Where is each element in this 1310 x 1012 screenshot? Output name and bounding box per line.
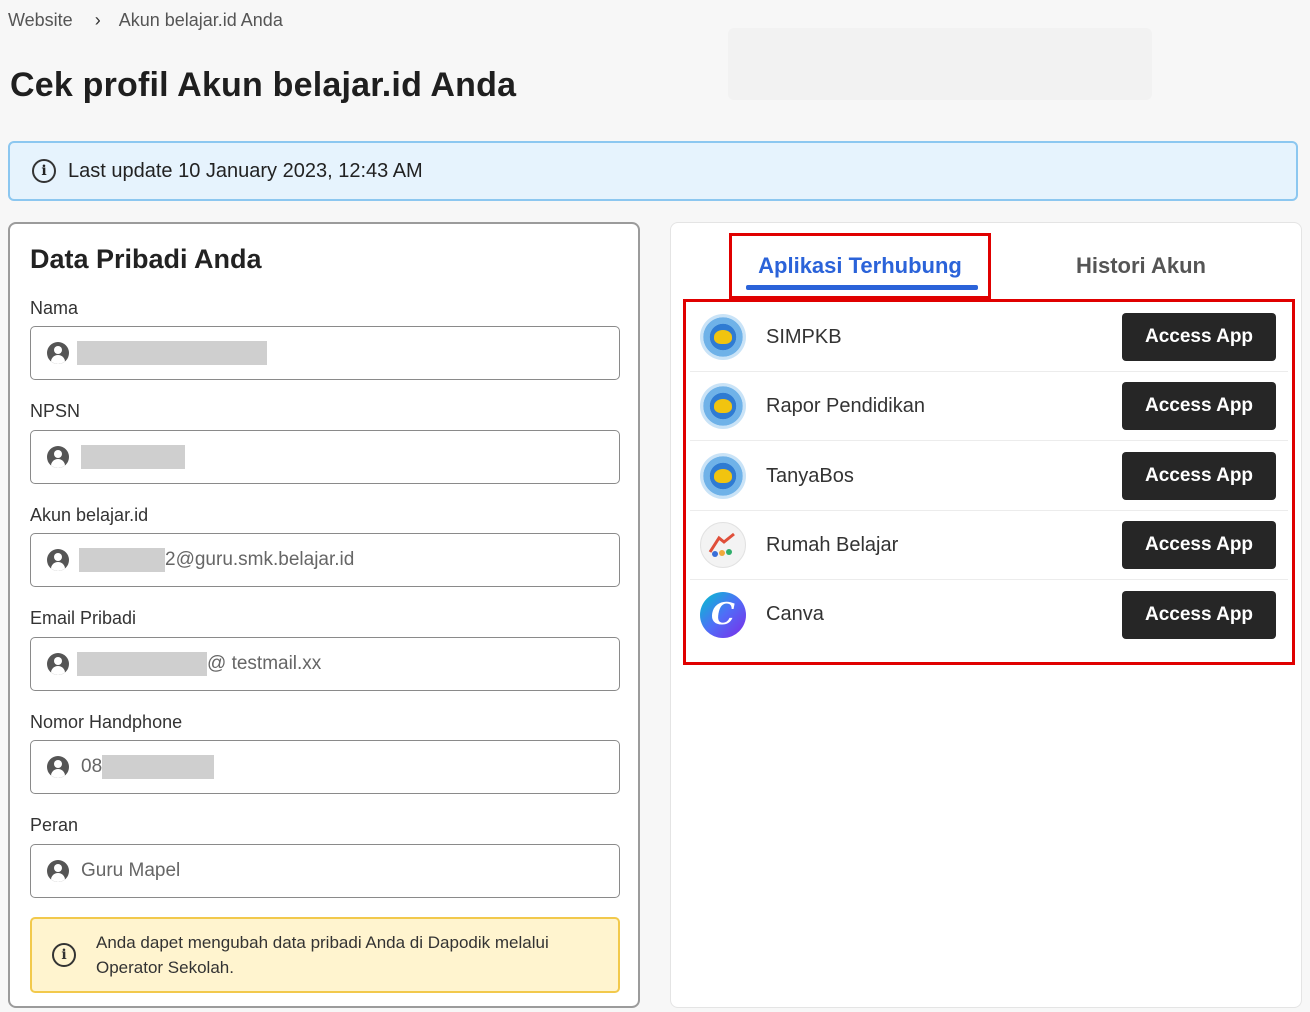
connected-apps-card: Aplikasi Terhubung Histori Akun SIMPKB A… bbox=[670, 222, 1302, 1008]
breadcrumb: Website › Akun belajar.id Anda bbox=[8, 8, 283, 32]
phone-field[interactable]: 08 bbox=[30, 740, 620, 794]
email-field[interactable]: @ testmail.xx bbox=[30, 637, 620, 691]
rumah-belajar-logo-icon bbox=[700, 522, 746, 568]
breadcrumb-current: Akun belajar.id Anda bbox=[118, 9, 283, 30]
info-icon: i bbox=[52, 943, 76, 967]
app-name: Canva bbox=[766, 603, 824, 625]
app-name: Rumah Belajar bbox=[766, 533, 899, 556]
access-app-button[interactable]: Access App bbox=[1122, 452, 1276, 500]
tab-histori-akun[interactable]: Histori Akun bbox=[1051, 233, 1231, 299]
access-app-button[interactable]: Access App bbox=[1122, 313, 1276, 361]
field-label-phone: Nomor Handphone bbox=[30, 712, 183, 732]
list-item: SIMPKB Access App bbox=[690, 303, 1288, 372]
info-icon: i bbox=[32, 159, 56, 183]
list-item: C Canva Access App bbox=[690, 580, 1288, 649]
breadcrumb-website-link[interactable]: Website bbox=[8, 10, 73, 31]
faded-header-button[interactable] bbox=[728, 28, 1152, 100]
list-item: Rumah Belajar Access App bbox=[690, 511, 1288, 580]
field-label-npsn: NPSN bbox=[30, 401, 81, 421]
last-update-text: Last update 10 January 2023, 12:43 AM bbox=[68, 159, 423, 182]
app-name: Rapor Pendidikan bbox=[766, 394, 925, 417]
akun-belajar-value: 2@guru.smk.belajar.id bbox=[165, 549, 355, 570]
access-app-button[interactable]: Access App bbox=[1122, 590, 1276, 639]
page-title: Cek profil Akun belajar.id Anda bbox=[10, 66, 517, 104]
user-icon bbox=[47, 653, 69, 675]
redacted-value bbox=[79, 548, 165, 572]
email-value: @ testmail.xx bbox=[207, 653, 322, 674]
peran-value: Guru Mapel bbox=[81, 860, 181, 881]
npsn-field[interactable] bbox=[30, 430, 620, 484]
field-label-akun: Akun belajar.id bbox=[30, 505, 149, 525]
redacted-value bbox=[102, 755, 215, 779]
redacted-value bbox=[77, 341, 267, 365]
tut-wuri-logo-icon bbox=[700, 314, 746, 360]
user-icon bbox=[47, 756, 69, 778]
breadcrumb-separator: › bbox=[94, 9, 101, 30]
user-icon bbox=[47, 860, 69, 882]
user-icon bbox=[47, 446, 69, 468]
field-label-nama: Nama bbox=[30, 298, 79, 318]
app-name: SIMPKB bbox=[766, 325, 842, 348]
akun-belajar-field[interactable]: 2@guru.smk.belajar.id bbox=[30, 533, 620, 587]
tut-wuri-logo-icon bbox=[700, 383, 746, 429]
list-item: TanyaBos Access App bbox=[690, 442, 1288, 511]
active-tab-indicator bbox=[746, 285, 978, 290]
notice-text: Anda dapet mengubah data pribadi Anda di… bbox=[96, 933, 549, 977]
list-item: Rapor Pendidikan Access App bbox=[690, 372, 1288, 441]
tab-aplikasi-terhubung[interactable]: Aplikasi Terhubung bbox=[729, 233, 991, 299]
redacted-value bbox=[81, 445, 185, 469]
redacted-value bbox=[77, 652, 207, 676]
last-update-banner: i Last update 10 January 2023, 12:43 AM bbox=[8, 141, 1298, 201]
user-icon bbox=[47, 549, 69, 571]
field-label-peran: Peran bbox=[30, 815, 79, 835]
app-name: TanyaBos bbox=[766, 464, 854, 487]
field-label-email: Email Pribadi bbox=[30, 608, 137, 628]
connected-apps-list: SIMPKB Access App Rapor Pendidikan Acces… bbox=[683, 299, 1295, 665]
canva-logo-icon: C bbox=[700, 591, 746, 638]
access-app-button[interactable]: Access App bbox=[1122, 382, 1276, 430]
personal-data-title: Data Pribadi Anda bbox=[30, 244, 262, 274]
phone-value: 08 bbox=[81, 756, 103, 777]
nama-field[interactable] bbox=[30, 326, 620, 380]
personal-data-card: Data Pribadi Anda Nama NPSN Akun belajar… bbox=[8, 222, 640, 1008]
peran-field[interactable]: Guru Mapel bbox=[30, 844, 620, 898]
tut-wuri-logo-icon bbox=[700, 453, 746, 499]
tab-label: Histori Akun bbox=[1076, 253, 1206, 278]
tab-label: Aplikasi Terhubung bbox=[758, 253, 962, 278]
access-app-button[interactable]: Access App bbox=[1122, 521, 1276, 569]
dapodik-notice: i Anda dapet mengubah data pribadi Anda … bbox=[30, 917, 620, 993]
user-icon bbox=[47, 342, 69, 364]
